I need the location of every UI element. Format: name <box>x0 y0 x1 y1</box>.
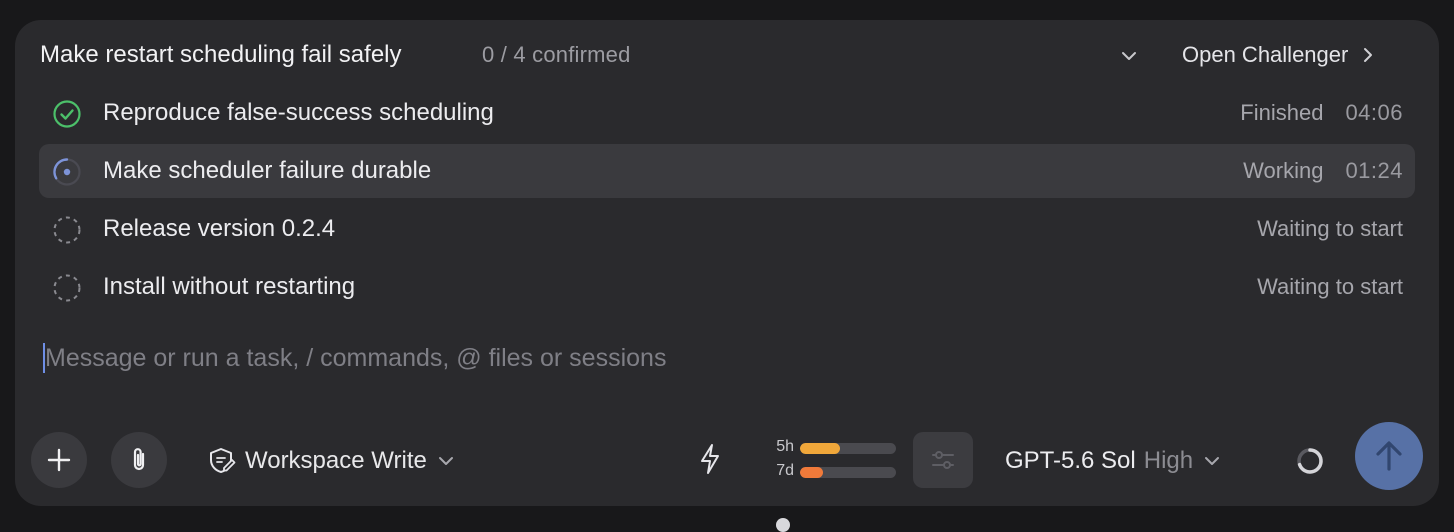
sliders-icon <box>932 451 954 469</box>
usage-fill <box>800 443 841 454</box>
check-circle-icon <box>52 99 82 129</box>
usage-label: 7d <box>776 462 794 479</box>
status-dot <box>776 518 790 532</box>
usage-track <box>800 467 896 478</box>
progress-ring-icon <box>52 157 82 187</box>
task-label: Make scheduler failure durable <box>103 157 432 184</box>
send-button[interactable] <box>1355 422 1423 490</box>
chevron-down-icon <box>438 457 453 465</box>
composer-toolbar: Workspace Write 5h 7d GPT-5.6 Sol High <box>15 420 1439 506</box>
usage-meters: 5h 7d <box>770 437 900 485</box>
task-elapsed-time: 04:06 <box>1345 100 1403 125</box>
task-label: Release version 0.2.4 <box>103 215 336 242</box>
task-row[interactable]: Install without restarting Waiting to st… <box>39 260 1415 314</box>
lightning-icon[interactable] <box>695 442 725 476</box>
paperclip-icon <box>133 448 145 471</box>
task-label: Reproduce false-success scheduling <box>103 99 494 126</box>
usage-track <box>800 443 896 454</box>
attach-button[interactable] <box>111 432 167 488</box>
collapse-button[interactable] <box>1115 42 1143 70</box>
workspace-mode-label: Workspace Write <box>245 447 427 474</box>
loading-spinner-icon <box>1297 448 1323 474</box>
task-row[interactable]: Reproduce false-success scheduling Finis… <box>39 86 1415 140</box>
shield-edit-icon <box>210 448 236 473</box>
task-status-text: Waiting to start <box>1257 216 1403 241</box>
task-elapsed-time: 01:24 <box>1345 158 1403 183</box>
task-status: Working 01:24 <box>1243 158 1403 184</box>
task-status-text: Finished <box>1240 100 1324 125</box>
add-button[interactable] <box>31 432 87 488</box>
plan-header: Make restart scheduling fail safely 0 / … <box>15 20 1439 90</box>
task-status-text: Working <box>1243 158 1324 183</box>
message-input[interactable] <box>43 340 1345 376</box>
usage-row-7d: 7d <box>770 461 900 485</box>
chevron-down-icon <box>1122 52 1136 60</box>
open-challenger-button[interactable]: Open Challenger <box>1182 40 1376 70</box>
arrow-up-icon <box>1376 441 1402 471</box>
dashed-circle-icon <box>52 215 82 245</box>
usage-label: 5h <box>776 438 794 455</box>
open-challenger-label: Open Challenger <box>1182 42 1349 67</box>
workspace-mode-select[interactable]: Workspace Write <box>207 446 457 476</box>
composer <box>43 340 1345 380</box>
usage-row-5h: 5h <box>770 437 900 461</box>
task-status-text: Waiting to start <box>1257 274 1403 299</box>
model-name: GPT-5.6 Sol <box>1005 447 1136 474</box>
task-status: Finished 04:06 <box>1240 100 1403 126</box>
model-effort: High <box>1143 447 1194 474</box>
chevron-right-icon <box>1364 48 1373 62</box>
task-status: Waiting to start <box>1257 274 1403 300</box>
chevron-down-icon <box>1205 457 1220 465</box>
usage-fill <box>800 467 824 478</box>
settings-button[interactable] <box>913 432 973 488</box>
plan-title: Make restart scheduling fail safely <box>40 41 402 68</box>
task-row[interactable]: Release version 0.2.4 Waiting to start <box>39 202 1415 256</box>
plus-icon <box>47 448 71 472</box>
task-row[interactable]: Make scheduler failure durable Working 0… <box>39 144 1415 198</box>
confirmed-counter: 0 / 4 confirmed <box>482 42 631 67</box>
task-status: Waiting to start <box>1257 216 1403 242</box>
dashed-circle-icon <box>52 273 82 303</box>
task-label: Install without restarting <box>103 273 356 300</box>
task-panel: Make restart scheduling fail safely 0 / … <box>15 20 1439 506</box>
model-select[interactable]: GPT-5.6 Sol High <box>1005 446 1223 476</box>
